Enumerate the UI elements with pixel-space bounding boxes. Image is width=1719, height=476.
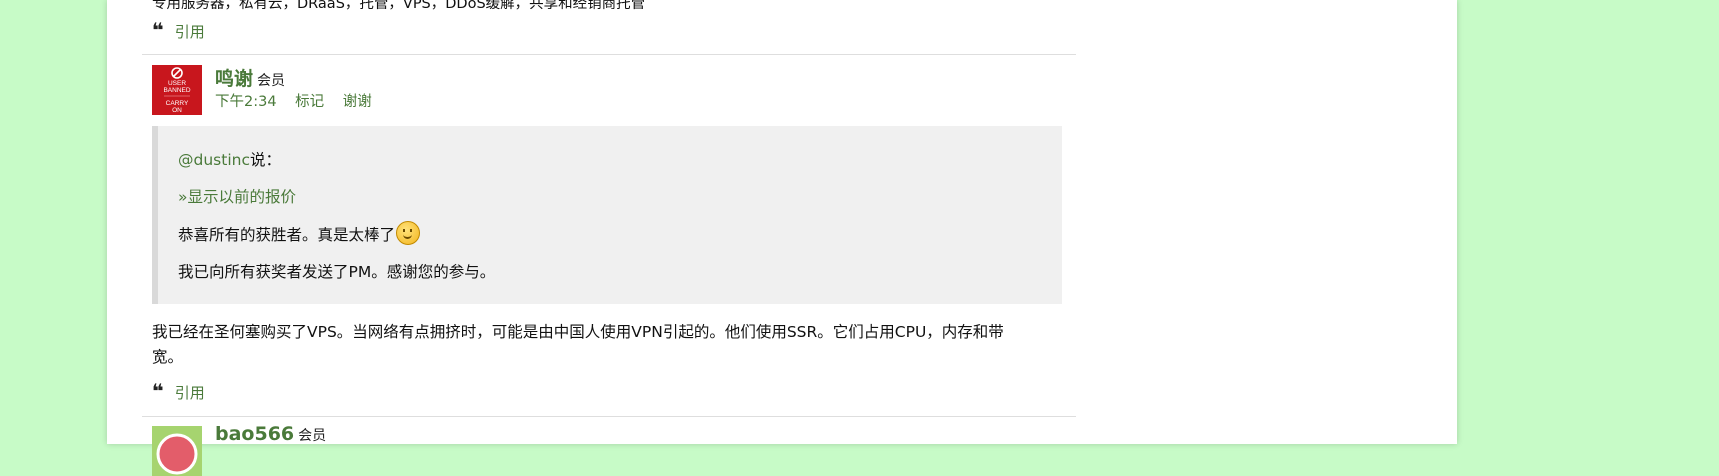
user-avatar-icon: [152, 426, 202, 476]
post-time-link[interactable]: 下午2:34: [215, 94, 277, 110]
forum-page: 专用服务器，私有云，DRaaS，托管，VPS，DDoS缓解，共享和经销商托管 ❝…: [107, 0, 1457, 476]
avatar-text-3: CARRY: [166, 100, 189, 107]
quote-button-post[interactable]: ❝ 引用: [152, 379, 205, 403]
post-divider: [142, 54, 1076, 55]
quote-said: 说：: [249, 151, 281, 169]
avatar-text-4: ON: [172, 107, 182, 114]
mark-link[interactable]: 标记: [295, 94, 324, 110]
smile-emoji-icon: [396, 221, 421, 245]
quote-author-link[interactable]: @dustinc: [178, 151, 250, 169]
previous-post-signature: 专用服务器，私有云，DRaaS，托管，VPS，DDoS缓解，共享和经销商托管: [152, 0, 646, 12]
post-body-line-2: 宽。: [152, 348, 184, 366]
quote-button-previous[interactable]: ❝ 引用: [152, 18, 205, 42]
quote-icon: ❝: [152, 18, 164, 42]
post-author: 鸣谢 会员: [215, 64, 285, 91]
post-divider: [142, 416, 1076, 417]
quote-icon: ❝: [152, 379, 164, 403]
username-link[interactable]: bao566: [215, 423, 294, 445]
quote-attribution: @dustinc说：: [178, 148, 281, 170]
quote-label: 引用: [174, 23, 205, 41]
thanks-link[interactable]: 谢谢: [343, 94, 372, 110]
user-role: 会员: [257, 73, 286, 89]
quote-line-1: 恭喜所有的获胜者。真是太棒了: [178, 221, 421, 245]
avatar[interactable]: USER BANNED CARRY ON: [152, 65, 202, 115]
quote-line-2: 我已向所有获奖者发送了PM。感谢您的参与。: [178, 263, 496, 281]
banned-avatar-icon: USER BANNED CARRY ON: [152, 65, 202, 115]
quoted-block: @dustinc说： »显示以前的报价 恭喜所有的获胜者。真是太棒了 我已向所有…: [152, 126, 1062, 304]
expand-quote-link[interactable]: »显示以前的报价: [178, 185, 296, 207]
post-meta: 下午2:34 标记 谢谢: [215, 90, 386, 111]
quote-label: 引用: [174, 384, 205, 402]
avatar-text-2: BANNED: [163, 87, 190, 94]
post-author: bao566 会员: [215, 423, 326, 445]
quote-line-1-text: 恭喜所有的获胜者。真是太棒了: [178, 226, 396, 244]
post-body: 我已经在圣何塞购买了VPS。当网络有点拥挤时，可能是由中国人使用VPN引起的。他…: [152, 320, 1062, 370]
username-link[interactable]: 鸣谢: [215, 68, 253, 90]
avatar-text-1: USER: [168, 80, 186, 87]
user-role: 会员: [298, 428, 327, 444]
avatar[interactable]: [152, 426, 202, 476]
post-body-line-1: 我已经在圣何塞购买了VPS。当网络有点拥挤时，可能是由中国人使用VPN引起的。他…: [152, 323, 1004, 341]
